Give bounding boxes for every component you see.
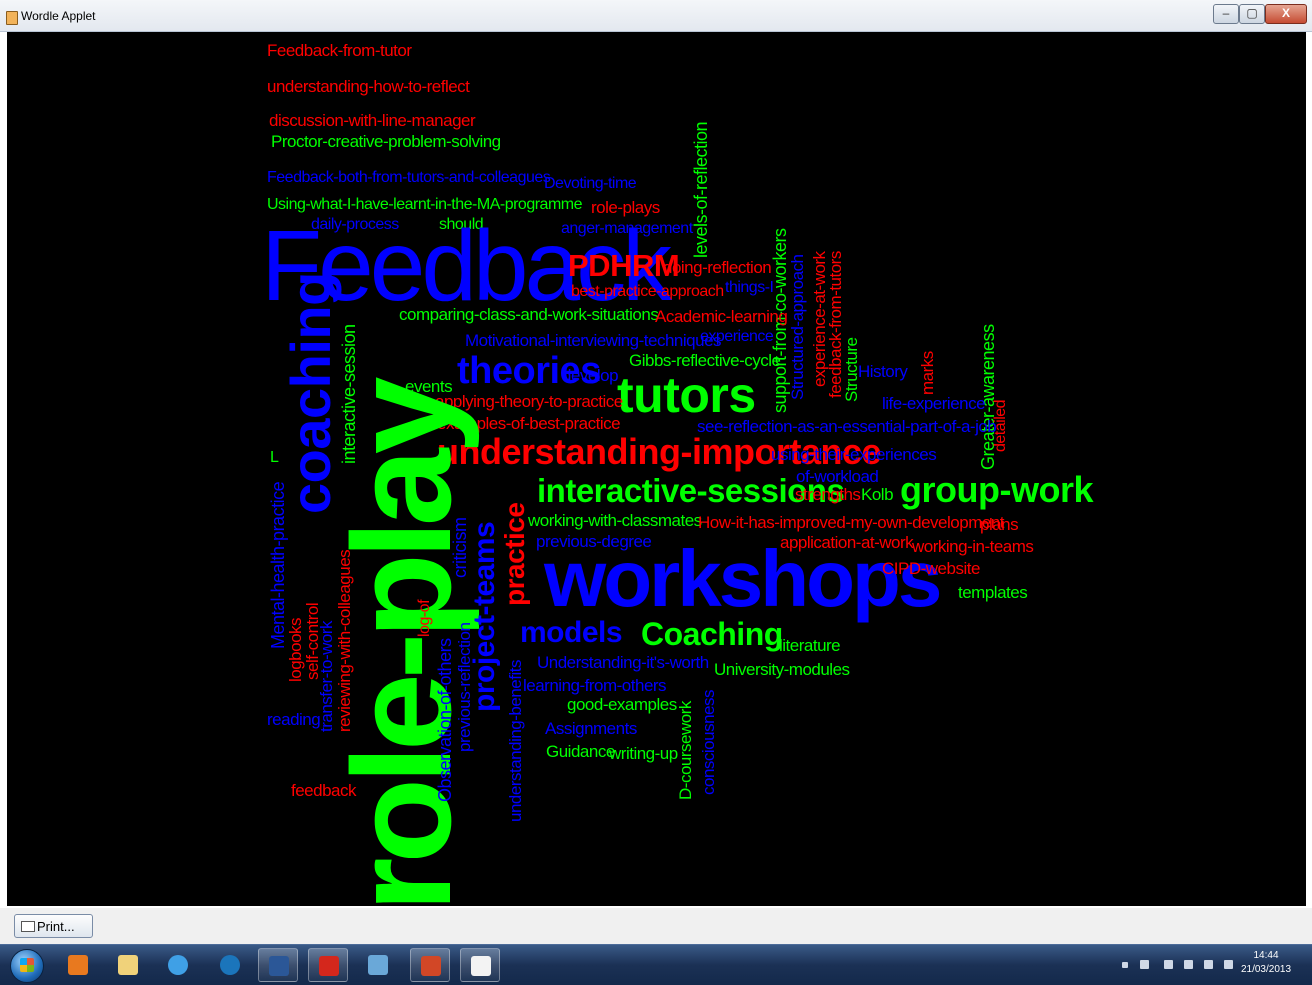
cloud-word: working-with-classmates [528, 511, 702, 530]
cloud-word: Kolb [861, 485, 894, 504]
taskbar-word[interactable] [258, 948, 298, 982]
cloud-word: literature [779, 636, 841, 655]
start-button[interactable] [10, 949, 44, 983]
cloud-word: Feedback-from-tutor [267, 41, 412, 60]
cloud-word: practice [499, 502, 530, 606]
taskbar-dell[interactable] [210, 948, 250, 982]
cloud-word: levels-of-reflection [691, 121, 711, 258]
taskbar-acrobat[interactable] [308, 948, 348, 982]
cloud-word: plans [980, 515, 1019, 534]
ie-icon [168, 955, 188, 975]
clock-date[interactable]: 21/03/2013 [1236, 964, 1296, 975]
cloud-word: project-teams [468, 521, 501, 712]
cloud-word: logbooks [286, 617, 305, 682]
cloud-word: reading [267, 710, 321, 729]
taskbar-explorer[interactable] [108, 948, 148, 982]
cloud-word: marks [918, 351, 937, 395]
cloud-word: How-it-has-improved-my-own-development [698, 513, 1005, 532]
print-button-label: Print... [37, 919, 75, 934]
print-button[interactable]: Print... [14, 914, 93, 938]
cloud-word: Devoting-time [544, 175, 637, 192]
word-icon [269, 956, 289, 976]
cloud-word: group-work [900, 469, 1093, 510]
cloud-word: Academic-learning [655, 307, 788, 326]
powerpoint-icon [421, 956, 441, 976]
cloud-word: Motivational-interviewing-techniques [465, 331, 722, 350]
wordcloud-canvas: Feedback-from-tutor understanding-how-to… [7, 32, 1306, 906]
cloud-word: Guidance [546, 742, 615, 761]
cloud-word: discussion-with-line-manager [269, 111, 476, 130]
cloud-word: Proctor-creative-problem-solving [271, 132, 501, 151]
cloud-word: University-modules [714, 660, 850, 679]
cloud-word: transfer-to-work [317, 620, 336, 732]
cloud-word: models [520, 616, 623, 649]
print-bar: Print... [0, 908, 1312, 944]
cloud-word: good-examples [567, 695, 677, 714]
java-icon [471, 956, 491, 976]
cloud-word: using-their-experiences [771, 445, 937, 464]
cloud-word: Assignments [545, 719, 637, 738]
taskbar [0, 944, 1312, 985]
cloud-word: consciousness [699, 689, 718, 795]
maximize-button[interactable]: ▢ [1239, 4, 1265, 24]
cloud-word: D-coursework [676, 701, 695, 800]
printer-icon [21, 921, 35, 932]
taskbar-internet-explorer[interactable] [158, 948, 198, 982]
cloud-word: CIPD-website [882, 559, 980, 578]
dell-icon [220, 955, 240, 975]
title-bar[interactable]: Wordle Applet – ▢ X [0, 0, 1312, 32]
cloud-word: writing-up [609, 744, 678, 763]
volume-icon[interactable] [1224, 960, 1233, 969]
cloud-word: understanding-benefits [506, 660, 525, 822]
taskbar-paint[interactable] [358, 948, 398, 982]
cloud-word: Feedback-both-from-tutors-and-colleagues [267, 169, 551, 186]
cloud-word: understanding-how-to-reflect [267, 77, 470, 96]
cloud-word: detailed [992, 399, 1009, 452]
cloud-word: Mental-health-practice [268, 481, 288, 649]
cloud-word: Structured-approach [788, 254, 807, 400]
media-player-icon [68, 955, 88, 975]
cloud-word: Coaching [641, 616, 783, 652]
cloud-word: best-practice-approach [571, 283, 724, 300]
cloud-word: tutors [617, 367, 756, 423]
java-tray-icon[interactable] [1140, 960, 1149, 969]
pdf-icon [319, 956, 339, 976]
clock-time[interactable]: 14:44 [1242, 950, 1290, 961]
show-hidden-icons-icon[interactable] [1122, 962, 1128, 968]
cloud-word: learning-from-others [523, 676, 667, 695]
cloud-word: things-I [725, 279, 774, 296]
cloud-word: develop [562, 366, 619, 385]
cloud-word: History [858, 362, 908, 381]
close-button[interactable]: X [1265, 4, 1307, 24]
cloud-word: templates [958, 583, 1028, 602]
cloud-word: comparing-class-and-work-situations [399, 305, 659, 324]
minimize-button[interactable]: – [1213, 4, 1239, 24]
windows-logo-icon [20, 958, 34, 972]
cloud-word: Understanding-it's-worth [537, 653, 709, 672]
cloud-word: criticism [450, 517, 470, 579]
cloud-word: previous-reflection [455, 622, 474, 752]
cloud-word: reviewing-with-colleagues [335, 549, 354, 732]
cloud-word: experience [700, 328, 774, 345]
java-app-icon [6, 11, 18, 25]
taskbar-powerpoint[interactable] [410, 948, 450, 982]
cloud-word: life-experience [882, 394, 986, 413]
power-icon[interactable] [1184, 960, 1193, 969]
cloud-word: Observation-of-others [435, 638, 455, 802]
cloud-word: doing-reflection [663, 258, 772, 277]
cloud-word: L [270, 449, 279, 466]
taskbar-java[interactable] [460, 948, 500, 982]
network-icon[interactable] [1204, 960, 1213, 969]
cloud-word: workshops [544, 534, 942, 623]
window-title: Wordle Applet [21, 9, 96, 23]
cloud-word: strengths [795, 485, 861, 504]
cloud-word: log-of [416, 599, 433, 637]
flag-icon[interactable] [1164, 960, 1173, 969]
cloud-word: feedback [291, 781, 357, 800]
paint-icon [368, 955, 388, 975]
taskbar-media-player[interactable] [58, 948, 98, 982]
folder-icon [118, 955, 138, 975]
